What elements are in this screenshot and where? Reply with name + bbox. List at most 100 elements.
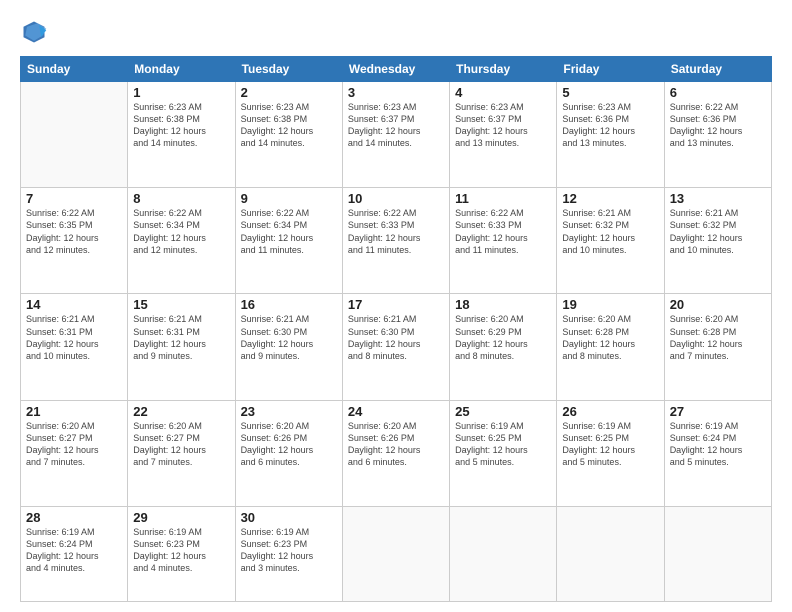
- day-info: Sunrise: 6:20 AM Sunset: 6:28 PM Dayligh…: [670, 313, 766, 362]
- calendar: SundayMondayTuesdayWednesdayThursdayFrid…: [20, 56, 772, 602]
- day-number: 19: [562, 297, 658, 312]
- calendar-cell: 29Sunrise: 6:19 AM Sunset: 6:23 PM Dayli…: [128, 506, 235, 601]
- day-info: Sunrise: 6:22 AM Sunset: 6:34 PM Dayligh…: [133, 207, 229, 256]
- week-row-4: 21Sunrise: 6:20 AM Sunset: 6:27 PM Dayli…: [21, 400, 772, 506]
- day-number: 24: [348, 404, 444, 419]
- day-info: Sunrise: 6:19 AM Sunset: 6:25 PM Dayligh…: [562, 420, 658, 469]
- day-number: 2: [241, 85, 337, 100]
- calendar-cell: 13Sunrise: 6:21 AM Sunset: 6:32 PM Dayli…: [664, 188, 771, 294]
- calendar-cell: [664, 506, 771, 601]
- day-number: 15: [133, 297, 229, 312]
- day-info: Sunrise: 6:23 AM Sunset: 6:38 PM Dayligh…: [133, 101, 229, 150]
- calendar-cell: 14Sunrise: 6:21 AM Sunset: 6:31 PM Dayli…: [21, 294, 128, 400]
- calendar-cell: 8Sunrise: 6:22 AM Sunset: 6:34 PM Daylig…: [128, 188, 235, 294]
- day-number: 29: [133, 510, 229, 525]
- calendar-cell: 24Sunrise: 6:20 AM Sunset: 6:26 PM Dayli…: [342, 400, 449, 506]
- day-info: Sunrise: 6:19 AM Sunset: 6:23 PM Dayligh…: [133, 526, 229, 575]
- day-number: 9: [241, 191, 337, 206]
- calendar-cell: 30Sunrise: 6:19 AM Sunset: 6:23 PM Dayli…: [235, 506, 342, 601]
- day-number: 25: [455, 404, 551, 419]
- day-number: 11: [455, 191, 551, 206]
- calendar-cell: 25Sunrise: 6:19 AM Sunset: 6:25 PM Dayli…: [450, 400, 557, 506]
- calendar-cell: 1Sunrise: 6:23 AM Sunset: 6:38 PM Daylig…: [128, 82, 235, 188]
- day-info: Sunrise: 6:19 AM Sunset: 6:24 PM Dayligh…: [670, 420, 766, 469]
- day-info: Sunrise: 6:21 AM Sunset: 6:32 PM Dayligh…: [670, 207, 766, 256]
- weekday-header-monday: Monday: [128, 57, 235, 82]
- day-info: Sunrise: 6:21 AM Sunset: 6:31 PM Dayligh…: [133, 313, 229, 362]
- calendar-cell: 28Sunrise: 6:19 AM Sunset: 6:24 PM Dayli…: [21, 506, 128, 601]
- calendar-cell: 9Sunrise: 6:22 AM Sunset: 6:34 PM Daylig…: [235, 188, 342, 294]
- day-number: 18: [455, 297, 551, 312]
- day-number: 28: [26, 510, 122, 525]
- calendar-cell: [342, 506, 449, 601]
- calendar-cell: [450, 506, 557, 601]
- week-row-1: 1Sunrise: 6:23 AM Sunset: 6:38 PM Daylig…: [21, 82, 772, 188]
- calendar-cell: 7Sunrise: 6:22 AM Sunset: 6:35 PM Daylig…: [21, 188, 128, 294]
- calendar-cell: 12Sunrise: 6:21 AM Sunset: 6:32 PM Dayli…: [557, 188, 664, 294]
- day-info: Sunrise: 6:23 AM Sunset: 6:37 PM Dayligh…: [455, 101, 551, 150]
- calendar-cell: [21, 82, 128, 188]
- header: [20, 18, 772, 46]
- day-info: Sunrise: 6:23 AM Sunset: 6:36 PM Dayligh…: [562, 101, 658, 150]
- day-info: Sunrise: 6:19 AM Sunset: 6:23 PM Dayligh…: [241, 526, 337, 575]
- day-number: 6: [670, 85, 766, 100]
- day-info: Sunrise: 6:19 AM Sunset: 6:25 PM Dayligh…: [455, 420, 551, 469]
- day-number: 10: [348, 191, 444, 206]
- calendar-cell: 18Sunrise: 6:20 AM Sunset: 6:29 PM Dayli…: [450, 294, 557, 400]
- calendar-cell: 3Sunrise: 6:23 AM Sunset: 6:37 PM Daylig…: [342, 82, 449, 188]
- day-number: 8: [133, 191, 229, 206]
- day-number: 14: [26, 297, 122, 312]
- day-number: 16: [241, 297, 337, 312]
- week-row-3: 14Sunrise: 6:21 AM Sunset: 6:31 PM Dayli…: [21, 294, 772, 400]
- day-number: 7: [26, 191, 122, 206]
- day-info: Sunrise: 6:22 AM Sunset: 6:36 PM Dayligh…: [670, 101, 766, 150]
- day-number: 12: [562, 191, 658, 206]
- day-number: 27: [670, 404, 766, 419]
- calendar-cell: 26Sunrise: 6:19 AM Sunset: 6:25 PM Dayli…: [557, 400, 664, 506]
- weekday-header-tuesday: Tuesday: [235, 57, 342, 82]
- day-info: Sunrise: 6:22 AM Sunset: 6:33 PM Dayligh…: [455, 207, 551, 256]
- calendar-cell: 6Sunrise: 6:22 AM Sunset: 6:36 PM Daylig…: [664, 82, 771, 188]
- day-number: 26: [562, 404, 658, 419]
- calendar-cell: 5Sunrise: 6:23 AM Sunset: 6:36 PM Daylig…: [557, 82, 664, 188]
- calendar-cell: 21Sunrise: 6:20 AM Sunset: 6:27 PM Dayli…: [21, 400, 128, 506]
- day-number: 23: [241, 404, 337, 419]
- calendar-cell: 17Sunrise: 6:21 AM Sunset: 6:30 PM Dayli…: [342, 294, 449, 400]
- week-row-2: 7Sunrise: 6:22 AM Sunset: 6:35 PM Daylig…: [21, 188, 772, 294]
- day-info: Sunrise: 6:20 AM Sunset: 6:26 PM Dayligh…: [241, 420, 337, 469]
- day-info: Sunrise: 6:21 AM Sunset: 6:31 PM Dayligh…: [26, 313, 122, 362]
- day-number: 21: [26, 404, 122, 419]
- day-info: Sunrise: 6:21 AM Sunset: 6:32 PM Dayligh…: [562, 207, 658, 256]
- day-info: Sunrise: 6:23 AM Sunset: 6:37 PM Dayligh…: [348, 101, 444, 150]
- calendar-cell: 15Sunrise: 6:21 AM Sunset: 6:31 PM Dayli…: [128, 294, 235, 400]
- day-number: 1: [133, 85, 229, 100]
- calendar-cell: [557, 506, 664, 601]
- day-number: 20: [670, 297, 766, 312]
- day-number: 3: [348, 85, 444, 100]
- calendar-cell: 2Sunrise: 6:23 AM Sunset: 6:38 PM Daylig…: [235, 82, 342, 188]
- day-info: Sunrise: 6:21 AM Sunset: 6:30 PM Dayligh…: [348, 313, 444, 362]
- day-number: 17: [348, 297, 444, 312]
- day-number: 22: [133, 404, 229, 419]
- day-info: Sunrise: 6:20 AM Sunset: 6:28 PM Dayligh…: [562, 313, 658, 362]
- day-info: Sunrise: 6:22 AM Sunset: 6:35 PM Dayligh…: [26, 207, 122, 256]
- day-info: Sunrise: 6:20 AM Sunset: 6:27 PM Dayligh…: [133, 420, 229, 469]
- calendar-cell: 11Sunrise: 6:22 AM Sunset: 6:33 PM Dayli…: [450, 188, 557, 294]
- calendar-cell: 22Sunrise: 6:20 AM Sunset: 6:27 PM Dayli…: [128, 400, 235, 506]
- calendar-cell: 19Sunrise: 6:20 AM Sunset: 6:28 PM Dayli…: [557, 294, 664, 400]
- page: SundayMondayTuesdayWednesdayThursdayFrid…: [0, 0, 792, 612]
- calendar-cell: 10Sunrise: 6:22 AM Sunset: 6:33 PM Dayli…: [342, 188, 449, 294]
- week-row-5: 28Sunrise: 6:19 AM Sunset: 6:24 PM Dayli…: [21, 506, 772, 601]
- weekday-header-sunday: Sunday: [21, 57, 128, 82]
- day-info: Sunrise: 6:20 AM Sunset: 6:26 PM Dayligh…: [348, 420, 444, 469]
- weekday-header-row: SundayMondayTuesdayWednesdayThursdayFrid…: [21, 57, 772, 82]
- day-info: Sunrise: 6:20 AM Sunset: 6:27 PM Dayligh…: [26, 420, 122, 469]
- day-info: Sunrise: 6:19 AM Sunset: 6:24 PM Dayligh…: [26, 526, 122, 575]
- logo: [20, 18, 52, 46]
- day-info: Sunrise: 6:22 AM Sunset: 6:34 PM Dayligh…: [241, 207, 337, 256]
- weekday-header-wednesday: Wednesday: [342, 57, 449, 82]
- day-info: Sunrise: 6:23 AM Sunset: 6:38 PM Dayligh…: [241, 101, 337, 150]
- weekday-header-saturday: Saturday: [664, 57, 771, 82]
- calendar-cell: 23Sunrise: 6:20 AM Sunset: 6:26 PM Dayli…: [235, 400, 342, 506]
- calendar-cell: 27Sunrise: 6:19 AM Sunset: 6:24 PM Dayli…: [664, 400, 771, 506]
